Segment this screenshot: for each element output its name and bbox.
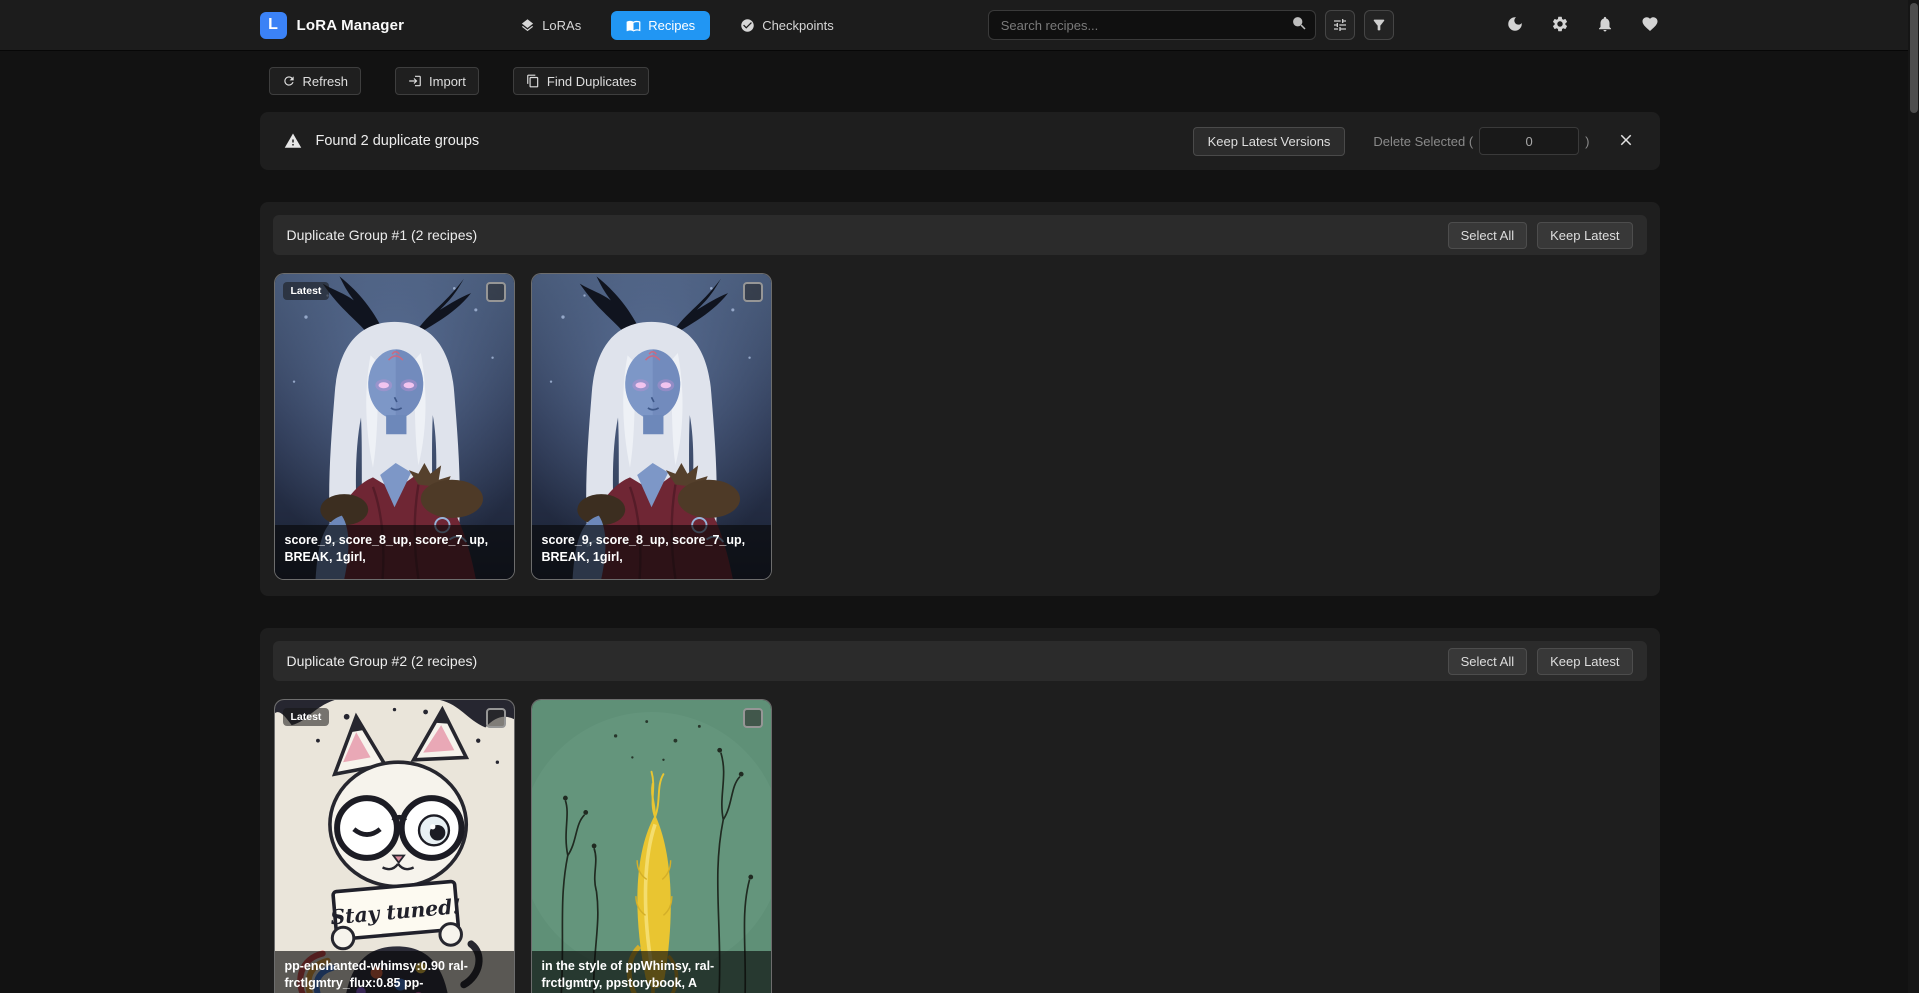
recipe-card[interactable]: Latest pp-enchanted-whimsy:0.90 ral-frct…: [274, 699, 515, 993]
group-cards: Latest score_9, score_8_up, score_7_up, …: [273, 273, 1647, 580]
recipe-caption: pp-enchanted-whimsy:0.90 ral-frctlgmtry_…: [275, 951, 514, 993]
find-duplicates-button[interactable]: Find Duplicates: [513, 67, 650, 95]
keep-latest-button[interactable]: Keep Latest: [1537, 648, 1632, 675]
group-cards: Latest pp-enchanted-whimsy:0.90 ral-frct…: [273, 699, 1647, 993]
book-icon: [626, 18, 641, 33]
theme-toggle-button[interactable]: [1505, 15, 1525, 35]
keep-latest-versions-button[interactable]: Keep Latest Versions: [1193, 127, 1346, 156]
recipe-card[interactable]: in the style of ppWhimsy, ral-frctlgmtry…: [531, 699, 772, 993]
search-input[interactable]: [988, 10, 1316, 40]
filter-button[interactable]: [1364, 10, 1394, 40]
group-actions: Select All Keep Latest: [1448, 648, 1633, 675]
app-logo: L: [260, 12, 287, 39]
group-title: Duplicate Group #2 (2 recipes): [287, 653, 478, 669]
top-navbar: L LoRA Manager LoRAs Recipes Checkpoints: [0, 0, 1919, 50]
bell-icon: [1596, 15, 1614, 33]
import-icon: [408, 74, 422, 88]
sliders-icon: [1332, 17, 1348, 33]
search-icon: [1291, 15, 1308, 32]
brand: L LoRA Manager: [260, 12, 405, 39]
card-checkbox[interactable]: [743, 282, 763, 302]
layers-icon: [520, 18, 535, 33]
keep-latest-label: Keep Latest: [1550, 229, 1619, 242]
keep-latest-button[interactable]: Keep Latest: [1537, 222, 1632, 249]
group-title: Duplicate Group #1 (2 recipes): [287, 227, 478, 243]
refresh-icon: [282, 74, 296, 88]
recipe-card[interactable]: score_9, score_8_up, score_7_up, BREAK, …: [531, 273, 772, 580]
notifications-button[interactable]: [1595, 15, 1615, 35]
funnel-icon: [1371, 17, 1387, 33]
duplicate-group-1: Duplicate Group #1 (2 recipes) Select Al…: [260, 202, 1660, 596]
select-all-button[interactable]: Select All: [1448, 648, 1527, 675]
refresh-button[interactable]: Refresh: [269, 67, 362, 95]
keep-latest-label: Keep Latest: [1550, 655, 1619, 668]
check-circle-icon: [740, 18, 755, 33]
moon-icon: [1506, 15, 1524, 33]
scrollbar-thumb[interactable]: [1910, 3, 1918, 113]
find-duplicates-label: Find Duplicates: [547, 75, 637, 88]
warning-icon: [284, 132, 302, 150]
settings-button[interactable]: [1550, 15, 1570, 35]
delete-selected-button[interactable]: Delete Selected ( ): [1373, 127, 1589, 155]
keep-latest-versions-label: Keep Latest Versions: [1208, 135, 1331, 148]
app-title: LoRA Manager: [297, 17, 405, 34]
recipe-card[interactable]: Latest score_9, score_8_up, score_7_up, …: [274, 273, 515, 580]
heart-icon: [1641, 15, 1659, 33]
card-checkbox[interactable]: [743, 708, 763, 728]
duplicates-alert-banner: Found 2 duplicate groups Keep Latest Ver…: [260, 112, 1660, 170]
search: [988, 10, 1316, 40]
selected-count-input[interactable]: [1479, 127, 1579, 155]
tab-label: LoRAs: [542, 18, 581, 33]
recipe-image-whimsical-cat: [275, 700, 514, 993]
recipe-caption: in the style of ppWhimsy, ral-frctlgmtry…: [532, 951, 771, 993]
recipe-caption: score_9, score_8_up, score_7_up, BREAK, …: [532, 525, 771, 579]
close-alert-button[interactable]: [1616, 131, 1636, 151]
page-scrollbar[interactable]: [1908, 0, 1919, 993]
group-header: Duplicate Group #1 (2 recipes) Select Al…: [273, 215, 1647, 255]
gear-icon: [1551, 15, 1569, 33]
import-label: Import: [429, 75, 466, 88]
sort-options-button[interactable]: [1325, 10, 1355, 40]
tab-checkpoints[interactable]: Checkpoints: [736, 11, 838, 40]
toolbar: Refresh Import Find Duplicates: [260, 67, 1660, 95]
tab-label: Recipes: [648, 18, 695, 33]
delete-selected-prefix: Delete Selected (: [1373, 134, 1473, 149]
select-all-label: Select All: [1461, 229, 1514, 242]
card-checkbox[interactable]: [486, 282, 506, 302]
navbar-actions: [1505, 15, 1660, 35]
copy-icon: [526, 74, 540, 88]
recipe-caption: score_9, score_8_up, score_7_up, BREAK, …: [275, 525, 514, 579]
delete-selected-suffix: ): [1585, 134, 1589, 149]
select-all-label: Select All: [1461, 655, 1514, 668]
duplicate-group-2: Duplicate Group #2 (2 recipes) Select Al…: [260, 628, 1660, 993]
recipe-image-yellow-feather: [532, 700, 771, 993]
tab-recipes[interactable]: Recipes: [611, 11, 710, 40]
select-all-button[interactable]: Select All: [1448, 222, 1527, 249]
import-button[interactable]: Import: [395, 67, 479, 95]
card-checkbox[interactable]: [486, 708, 506, 728]
tab-loras[interactable]: LoRAs: [516, 11, 585, 40]
alert-message: Found 2 duplicate groups: [316, 133, 480, 149]
tab-label: Checkpoints: [762, 18, 834, 33]
group-actions: Select All Keep Latest: [1448, 222, 1633, 249]
search-button[interactable]: [1290, 15, 1310, 35]
latest-badge: Latest: [283, 282, 330, 300]
close-icon: [1617, 131, 1635, 149]
support-button[interactable]: [1640, 15, 1660, 35]
main-nav: LoRAs Recipes Checkpoints: [516, 11, 838, 40]
group-header: Duplicate Group #2 (2 recipes) Select Al…: [273, 641, 1647, 681]
refresh-label: Refresh: [303, 75, 349, 88]
main-content: Refresh Import Find Duplicates Found 2 d…: [260, 67, 1660, 993]
latest-badge: Latest: [283, 708, 330, 726]
